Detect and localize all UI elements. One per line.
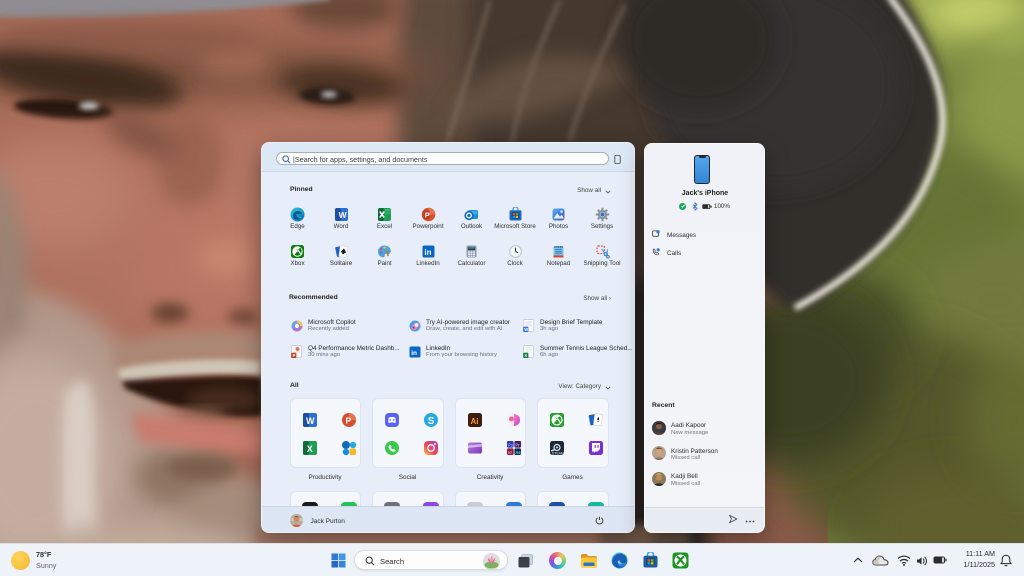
svg-text:S: S	[428, 416, 435, 427]
svg-text:Ae: Ae	[515, 450, 521, 455]
svg-text:Pr: Pr	[515, 442, 520, 447]
svg-text:W: W	[524, 327, 528, 332]
svg-text:P: P	[424, 210, 429, 219]
svg-text:STEAM: STEAM	[552, 452, 564, 456]
svg-text:W: W	[338, 209, 347, 219]
svg-text:in: in	[411, 350, 417, 357]
svg-text:in: in	[424, 248, 431, 257]
svg-text:Id: Id	[508, 450, 512, 455]
svg-text:X: X	[306, 444, 312, 454]
svg-text:Ps: Ps	[508, 442, 514, 447]
svg-text:P: P	[345, 416, 351, 426]
svg-text:P: P	[293, 353, 296, 358]
svg-text:X: X	[524, 353, 527, 358]
svg-text:W: W	[306, 416, 315, 426]
svg-text:Ai: Ai	[470, 417, 478, 426]
